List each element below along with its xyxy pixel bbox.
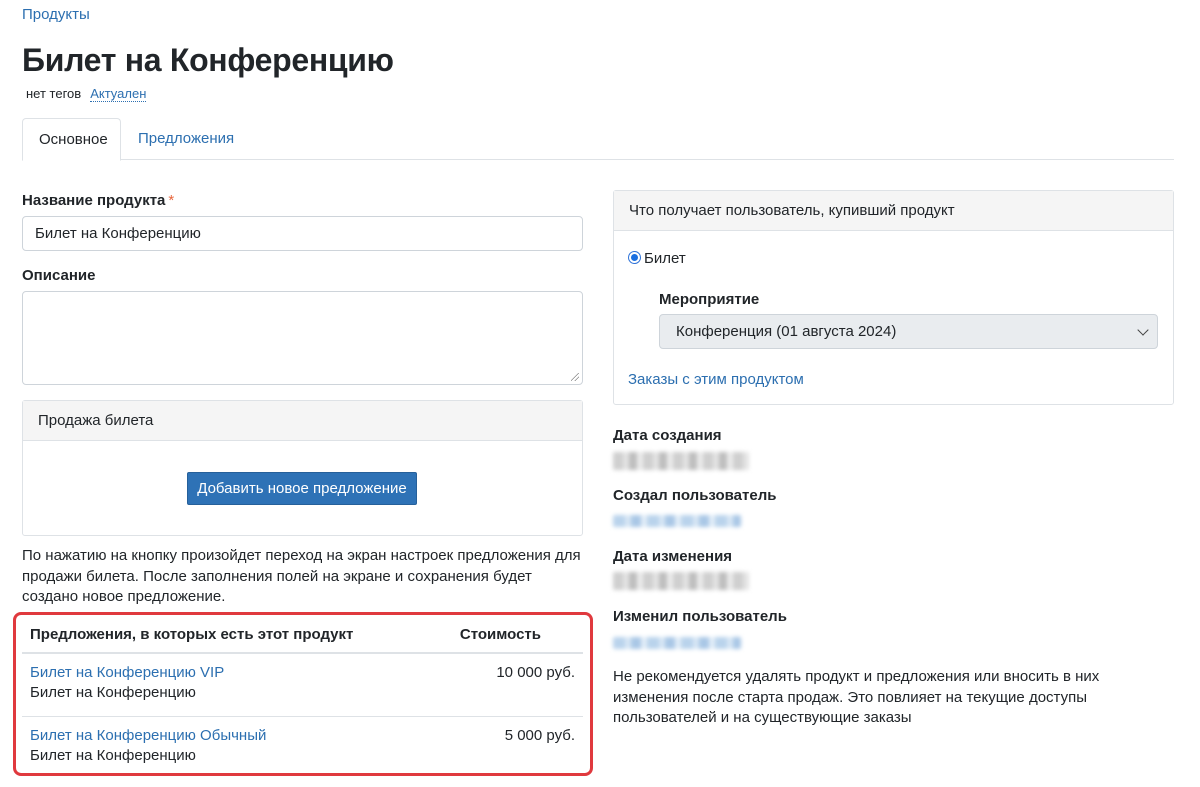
offer-price: 5 000 руб. bbox=[504, 727, 575, 744]
event-select[interactable]: Конференция (01 августа 2024) bbox=[659, 314, 1158, 349]
ticket-radio-label[interactable]: Билет bbox=[644, 250, 686, 267]
created-by-value-redacted[interactable] bbox=[613, 515, 741, 527]
offers-table: Предложения, в которых есть этот продукт… bbox=[22, 616, 583, 778]
ticket-radio[interactable] bbox=[628, 251, 641, 264]
event-label: Мероприятие bbox=[659, 291, 760, 308]
ticket-sale-card: Продажа билета bbox=[22, 400, 583, 536]
offer-product-name: Билет на Конференцию bbox=[30, 684, 196, 701]
modified-date-label: Дата изменения bbox=[613, 548, 733, 565]
chevron-down-icon bbox=[1137, 324, 1149, 336]
breadcrumb-products-link[interactable]: Продукты bbox=[22, 6, 90, 23]
col-price-header: Стоимость bbox=[459, 626, 541, 643]
tags-row: нет тегов Актуален bbox=[26, 86, 147, 102]
tab-offers[interactable]: Предложения bbox=[122, 118, 250, 160]
modified-date-value-redacted bbox=[613, 572, 749, 590]
tabs: Основное Предложения bbox=[22, 118, 1174, 161]
description-textarea[interactable] bbox=[22, 291, 583, 385]
orders-link[interactable]: Заказы с этим продуктом bbox=[628, 371, 804, 388]
offer-price: 10 000 руб. bbox=[496, 664, 575, 681]
product-name-label: Название продукта * bbox=[22, 192, 174, 209]
page-title: Билет на Конференцию bbox=[22, 42, 394, 78]
tags-label: нет тегов bbox=[26, 86, 82, 101]
required-mark: * bbox=[168, 192, 175, 209]
created-date-value-redacted bbox=[613, 452, 749, 470]
event-select-value: Конференция (01 августа 2024) bbox=[676, 323, 897, 340]
resize-grip-icon[interactable] bbox=[571, 373, 579, 381]
product-name-label-text: Название продукта bbox=[22, 192, 166, 209]
offer-link[interactable]: Билет на Конференцию VIP bbox=[30, 664, 224, 681]
ticket-sale-header: Продажа билета bbox=[23, 401, 582, 441]
created-by-label: Создал пользователь bbox=[613, 487, 777, 504]
col-offers-header: Предложения, в которых есть этот продукт bbox=[30, 626, 354, 643]
created-date-label: Дата создания bbox=[613, 427, 722, 444]
purchase-panel-header: Что получает пользователь, купивший прод… bbox=[614, 191, 1173, 231]
tab-main[interactable]: Основное bbox=[22, 118, 121, 161]
table-row: Билет на Конференцию Обычный Билет на Ко… bbox=[22, 716, 583, 778]
modified-by-label: Изменил пользователь bbox=[613, 608, 787, 625]
offer-product-name: Билет на Конференцию bbox=[30, 747, 196, 764]
offer-link[interactable]: Билет на Конференцию Обычный bbox=[30, 727, 266, 744]
add-offer-button[interactable]: Добавить новое предложение bbox=[187, 472, 417, 505]
status-link[interactable]: Актуален bbox=[90, 86, 147, 102]
offers-table-header: Предложения, в которых есть этот продукт… bbox=[22, 616, 583, 654]
modified-by-value-redacted[interactable] bbox=[613, 637, 741, 649]
table-row: Билет на Конференцию VIP Билет на Конфер… bbox=[22, 654, 583, 716]
warning-text: Не рекомендуется удалять продукт и предл… bbox=[613, 668, 1100, 726]
ticket-sale-help-text: По нажатию на кнопку произойдет переход … bbox=[22, 547, 581, 605]
description-label: Описание bbox=[22, 267, 96, 284]
product-name-input[interactable]: Билет на Конференцию bbox=[22, 216, 583, 251]
